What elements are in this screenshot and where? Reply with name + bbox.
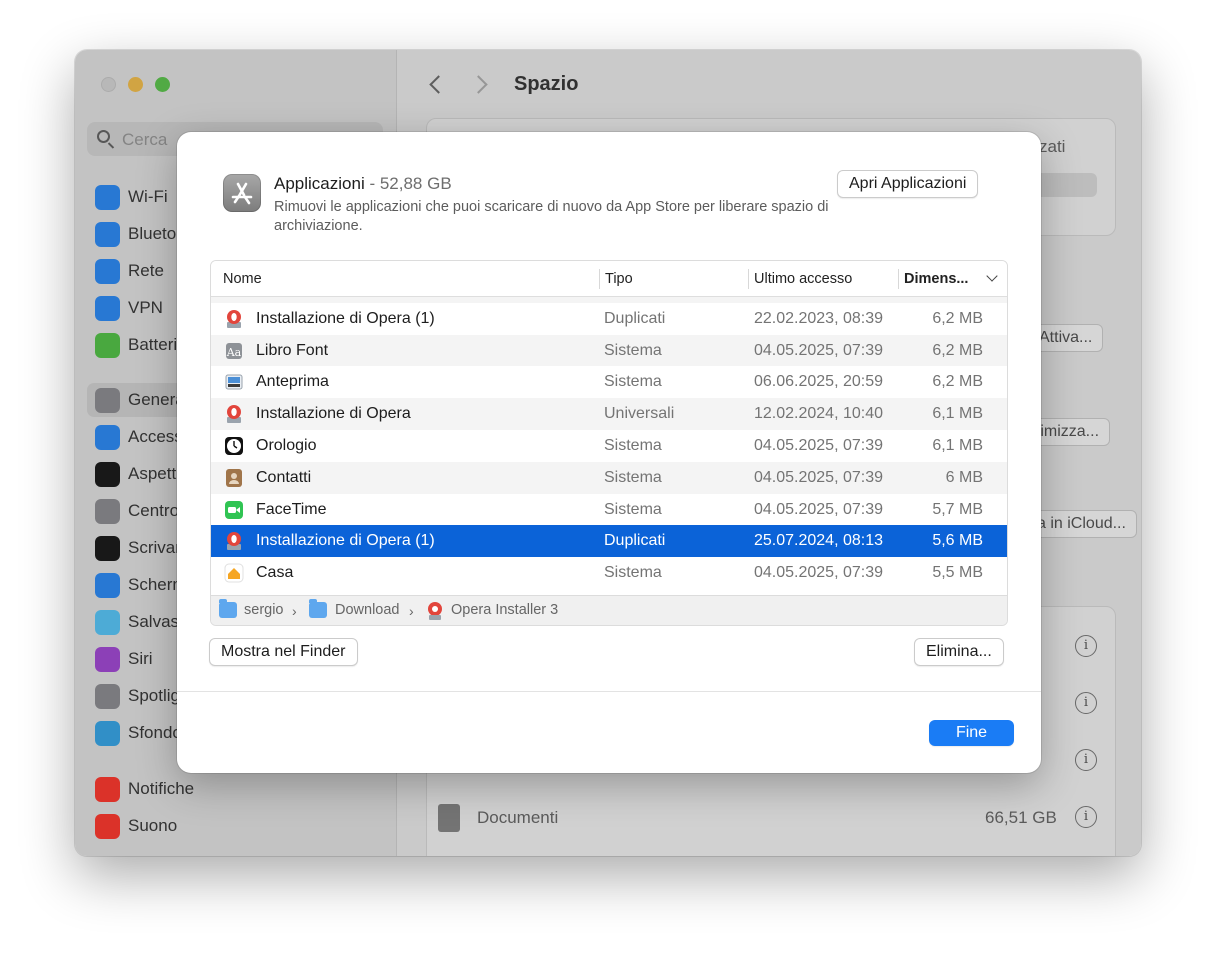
table-row[interactable]: Orologio Sistema 04.05.2025, 07:39 6,1 MB <box>211 430 1007 462</box>
cell-last-access: 04.05.2025, 07:39 <box>754 468 884 486</box>
show-in-finder-button[interactable]: Mostra nel Finder <box>209 638 358 666</box>
sheet-divider <box>177 691 1041 692</box>
path-chevron-icon: › <box>292 603 297 619</box>
table-row[interactable]: Installazione di Opera Universali 12.02.20… <box>211 398 1007 430</box>
home-icon <box>224 563 244 583</box>
svg-text:Aa: Aa <box>226 346 242 359</box>
cell-size: 6,1 MB <box>932 436 983 454</box>
table-row[interactable]: Anteprima Sistema 06.06.2025, 20:59 6,2 MB <box>211 366 1007 398</box>
path-bar: sergio › Download › Opera Installer 3 <box>211 595 1007 625</box>
home-folder-icon <box>219 599 237 618</box>
font-book-icon: Aa <box>224 341 244 361</box>
opera-installer-icon <box>224 404 244 424</box>
column-header-name[interactable]: Nome <box>223 271 262 287</box>
sort-descending-chevron-icon[interactable] <box>986 270 998 282</box>
cell-size: 6,1 MB <box>932 405 983 423</box>
cell-type: Sistema <box>604 500 662 518</box>
cell-app-name: Installazione di Opera (1) <box>256 309 435 327</box>
cell-last-access: 04.05.2025, 07:39 <box>754 341 884 359</box>
cell-type: Duplicati <box>604 532 666 550</box>
cell-type: Duplicati <box>604 309 666 327</box>
cell-last-access: 04.05.2025, 07:39 <box>754 564 884 582</box>
cell-size: 5,6 MB <box>932 532 983 550</box>
cell-size: 5,5 MB <box>932 564 983 582</box>
contacts-icon <box>224 468 244 488</box>
cell-type: Universali <box>604 405 675 423</box>
column-divider[interactable] <box>599 269 600 289</box>
cell-last-access: 04.05.2025, 07:39 <box>754 436 884 454</box>
cell-type: Sistema <box>604 564 662 582</box>
column-header-last-access[interactable]: Ultimo accesso <box>754 271 852 287</box>
facetime-icon <box>224 500 244 520</box>
cell-size: 6,2 MB <box>932 373 983 391</box>
applications-sheet: Applicazioni - 52,88 GB Rimuovi le appli… <box>177 132 1041 773</box>
table-row[interactable]: Contatti Sistema 04.05.2025, 07:39 6 MB <box>211 461 1007 494</box>
cell-app-name: Installazione di Opera (1) <box>256 532 435 550</box>
cell-type: Sistema <box>604 341 662 359</box>
cell-app-name: Anteprima <box>256 373 329 391</box>
cell-app-name: Libro Font <box>256 341 329 359</box>
cell-type: Sistema <box>604 468 662 486</box>
delete-button[interactable]: Elimina... <box>914 638 1004 666</box>
cell-size: 6,2 MB <box>932 341 983 359</box>
opera-installer-icon <box>224 531 244 551</box>
sheet-title: Applicazioni - 52,88 GB <box>274 174 452 194</box>
table-row[interactable]: Aa Libro Font Sistema 04.05.2025, 07:39 6,2 … <box>211 334 1007 367</box>
cell-type: Sistema <box>604 373 662 391</box>
download-folder-icon <box>309 599 327 618</box>
cell-last-access: 04.05.2025, 07:39 <box>754 500 884 518</box>
cell-last-access: 12.02.2024, 10:40 <box>754 405 884 423</box>
cell-size: 5,7 MB <box>932 500 983 518</box>
opera-installer-icon <box>224 309 244 329</box>
app-store-icon <box>223 174 261 212</box>
column-divider[interactable] <box>748 269 749 289</box>
sheet-title-text: Applicazioni <box>274 174 365 193</box>
table-body[interactable]: Trasferimento file AndroidIntel30.05.202… <box>211 297 1007 595</box>
path-chevron-icon: › <box>409 603 414 619</box>
column-divider[interactable] <box>898 269 899 289</box>
cell-last-access: 22.02.2023, 08:39 <box>754 309 884 327</box>
preview-icon <box>224 372 244 392</box>
path-item-home[interactable]: sergio <box>244 602 284 618</box>
table-row[interactable]: FaceTime Sistema 04.05.2025, 07:39 5,7 MB <box>211 494 1007 526</box>
cell-app-name: Installazione di Opera <box>256 405 411 423</box>
cell-type: Sistema <box>604 436 662 454</box>
clock-icon <box>224 436 244 456</box>
applications-table: Nome Tipo Ultimo accesso Dimens... Trasf… <box>210 260 1008 626</box>
cell-size: 6,2 MB <box>932 309 983 327</box>
cell-last-access: 06.06.2025, 20:59 <box>754 373 884 391</box>
path-item-download[interactable]: Download <box>335 602 400 618</box>
done-button[interactable]: Fine <box>929 720 1014 746</box>
cell-app-name: Casa <box>256 564 294 582</box>
sheet-description: Rimuovi le applicazioni che puoi scarica… <box>274 199 829 234</box>
cell-app-name: Contatti <box>256 468 312 486</box>
cell-last-access: 25.07.2024, 08:13 <box>754 532 884 550</box>
cell-app-name: FaceTime <box>256 500 327 518</box>
column-header-type[interactable]: Tipo <box>605 271 633 287</box>
cell-app-name: Orologio <box>256 436 317 454</box>
open-applications-button[interactable]: Apri Applicazioni <box>837 170 979 198</box>
opera-installer-icon <box>428 602 442 620</box>
column-header-size[interactable]: Dimens... <box>904 271 968 287</box>
cell-size: 6 MB <box>945 468 983 486</box>
table-row[interactable]: Installazione di Opera (1) Duplicati 22.02… <box>211 303 1007 335</box>
table-row-selected[interactable]: Installazione di Opera (1) Duplicati 25.07… <box>211 525 1007 558</box>
sheet-size: - 52,88 GB <box>364 174 452 193</box>
table-header: Nome Tipo Ultimo accesso Dimens... <box>211 261 1007 297</box>
path-item-file[interactable]: Opera Installer 3 <box>451 602 558 618</box>
table-row[interactable]: Casa Sistema 04.05.2025, 07:39 5,5 MB <box>211 557 1007 589</box>
